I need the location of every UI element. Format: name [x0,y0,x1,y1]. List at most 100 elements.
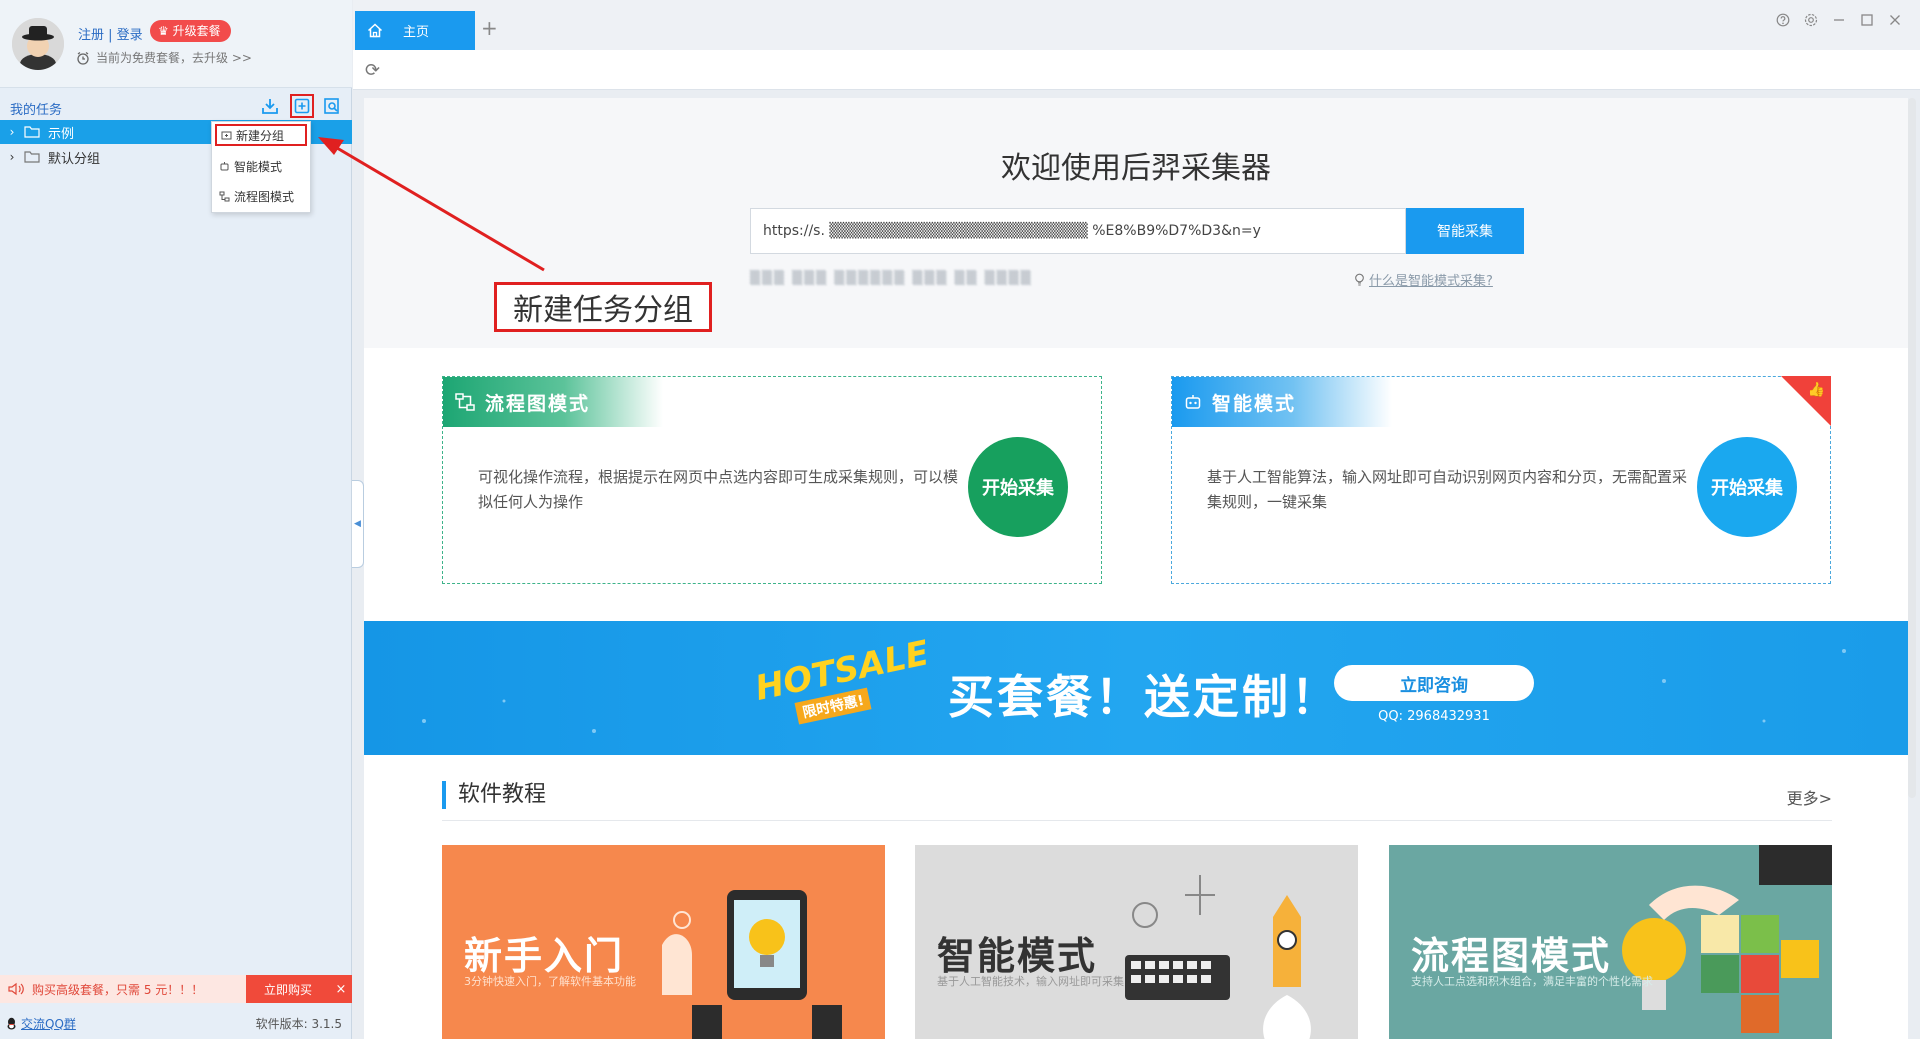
tutorial-subtitle: 基于人工智能技术，输入网址即可采集 [937,975,1124,988]
speaker-icon [8,982,24,996]
card-title: 流程图模式 [443,377,663,427]
tutorial-card-beginner[interactable]: 新手入门 3分钟快速入门，了解软件基本功能 [442,845,885,1039]
add-tab-button[interactable]: + [481,16,498,40]
flowchart-icon [219,191,230,201]
main-scrollbar[interactable] [1908,98,1916,798]
card-description: 基于人工智能算法，输入网址即可自动识别网页内容和分页，无需配置采集规则，一键采集 [1207,468,1688,511]
sidebar: 注册 | 登录 ♛ 升级套餐 当前为免费套餐，去升级 >> 我的任务 › 示例 … [0,0,352,1039]
login-register-link[interactable]: 注册 | 登录 [78,24,143,43]
welcome-title: 欢迎使用后羿采集器 [1001,151,1271,186]
tutorial-subtitle: 3分钟快速入门，了解软件基本功能 [464,975,636,988]
refresh-icon[interactable]: ⟳ [365,60,380,81]
hotsale-logo: HOTSALE 限时特惠! [752,633,932,733]
banner-qq: QQ: 2968432931 [1378,709,1490,724]
tutorial-title: 新手入门 [464,934,625,978]
tutorials-title: 软件教程 [442,781,546,809]
search-document-icon [324,98,339,114]
qq-group-link[interactable]: 交流QQ群 [6,1015,76,1032]
download-icon [262,99,278,114]
tab-home[interactable]: 主页 [355,11,475,50]
new-group-button[interactable] [290,94,314,118]
software-version: 软件版本: 3.1.5 [255,1016,342,1031]
smart-mode-help-link[interactable]: 什么是智能模式采集? [1354,270,1493,289]
chevron-right-icon[interactable]: › [0,125,18,139]
more-tutorials-link[interactable]: 更多> [1787,785,1832,809]
flowchart-mode-card: 流程图模式 可视化操作流程，根据提示在网页中点选内容即可生成采集规则，可以模拟任… [442,376,1102,584]
browser-toolbar: ⟳ [353,50,1920,90]
new-context-menu: 新建分组 智能模式 流程图模式 [211,121,311,213]
chevron-left-icon: ◀ [354,519,361,529]
help-link-label: 什么是智能模式采集? [1369,274,1493,289]
plan-status[interactable]: 当前为免费套餐，去升级 >> [76,49,252,66]
tab-bar: 主页 + [353,0,1920,50]
start-smart-collect-button[interactable]: 开始采集 [1697,437,1797,537]
tutorial-card-smart-mode[interactable]: 智能模式 基于人工智能技术，输入网址即可采集 [915,845,1358,1039]
qq-penguin-icon [7,1017,16,1029]
qq-group-label: 交流QQ群 [21,1016,76,1031]
card-title: 智能模式 [1172,377,1392,427]
lightbulb-icon [1355,273,1364,286]
card-title-label: 智能模式 [1212,392,1297,415]
import-task-button[interactable] [258,94,282,118]
menu-item-flowchart-mode[interactable]: 流程图模式 [215,185,307,207]
tutorial-title: 智能模式 [937,934,1098,978]
plan-status-text: 当前为免费套餐，去升级 >> [96,51,252,65]
start-flowchart-collect-button[interactable]: 开始采集 [968,437,1068,537]
robot-icon [220,161,229,170]
chevron-right-icon[interactable]: › [0,150,18,164]
card-description: 可视化操作流程，根据提示在网页中点选内容即可生成采集规则，可以模拟任何人为操作 [478,468,959,511]
sidebar-collapse-handle[interactable]: ◀ [352,480,364,568]
annotation-label: 新建任务分组 [494,282,712,332]
card-title-label: 流程图模式 [485,392,591,415]
menu-item-label: 流程图模式 [234,189,295,204]
sidebar-footer: 交流QQ群 软件版本: 3.1.5 [0,1010,352,1036]
buy-now-button[interactable]: 立即购买 [246,975,330,1003]
help-icon[interactable] [1776,13,1790,27]
promo-message: 购买高级套餐，只需 5 元！！！ [32,982,204,997]
tutorial-title: 流程图模式 [1411,934,1612,978]
promo-banner[interactable]: HOTSALE 限时特惠! 买套餐！送定制！ 立即咨询 QQ: 29684329… [364,621,1908,755]
tutorials-header: 软件教程 更多> [442,781,1832,821]
home-page: 欢迎使用后羿采集器 https://s. ▒▒▒▒▒▒▒▒▒▒▒▒▒▒▒▒▒▒▒… [364,98,1908,1039]
menu-item-new-group[interactable]: 新建分组 [215,124,307,146]
minimize-icon[interactable] [1832,13,1846,27]
maximize-icon[interactable] [1860,13,1874,27]
home-icon [367,23,383,38]
my-tasks-title: 我的任务 [10,103,63,118]
recent-urls[interactable]: ▒▒▒ ▒▒▒ ▒▒▒▒▒▒ ▒▒▒ ▒▒ ▒▒▒▒ [750,271,1033,286]
banner-slogan: 买套餐！送定制！ [948,670,1340,724]
add-box-icon [294,98,310,114]
flowchart-icon [455,393,475,411]
smart-mode-card: 智能模式 基于人工智能算法，输入网址即可自动识别网页内容和分页，无需配置采集规则… [1171,376,1831,584]
search-task-button[interactable] [320,94,344,118]
my-tasks-header: 我的任务 [0,92,352,120]
promo-bar: 购买高级套餐，只需 5 元！！！ 立即购买 × [0,975,352,1003]
consult-now-button[interactable]: 立即咨询 [1334,665,1534,701]
tree-item-label: 默认分组 [48,151,101,167]
url-value: https://s. ▒▒▒▒▒▒▒▒▒▒▒▒▒▒▒▒▒▒▒▒▒▒▒▒ %E8%… [763,223,1261,239]
robot-icon [1185,395,1201,409]
upgrade-plan-button[interactable]: ♛ 升级套餐 [150,20,231,42]
tutorial-subtitle: 支持人工点选和积木组合，满足丰富的个性化需求 [1411,975,1653,988]
settings-icon[interactable] [1804,13,1818,27]
user-area: 注册 | 登录 ♛ 升级套餐 当前为免费套餐，去升级 >> [0,0,352,88]
thumbs-up-icon: 👍 [1807,382,1825,398]
close-icon[interactable]: × [330,975,352,1003]
close-window-icon[interactable] [1888,13,1902,27]
crown-icon: ♛ [158,24,169,38]
window-controls [1776,13,1902,27]
folder-icon [24,151,40,163]
smart-collect-button[interactable]: 智能采集 [1406,208,1524,254]
menu-item-smart-mode[interactable]: 智能模式 [215,155,307,177]
upgrade-label: 升级套餐 [172,24,221,38]
folder-add-icon [221,131,232,139]
tutorial-card-flowchart-mode[interactable]: 流程图模式 支持人工点选和积木组合，满足丰富的个性化需求 [1389,845,1832,1039]
folder-icon [24,126,40,138]
avatar-icon [12,18,64,70]
promo-text: 购买高级套餐，只需 5 元！！！ [8,981,246,998]
tree-item-label: 示例 [48,126,75,142]
menu-item-label: 智能模式 [234,159,283,174]
tab-label: 主页 [403,25,430,40]
url-input[interactable]: https://s. ▒▒▒▒▒▒▒▒▒▒▒▒▒▒▒▒▒▒▒▒▒▒▒▒ %E8%… [750,208,1406,254]
avatar[interactable] [12,18,64,70]
